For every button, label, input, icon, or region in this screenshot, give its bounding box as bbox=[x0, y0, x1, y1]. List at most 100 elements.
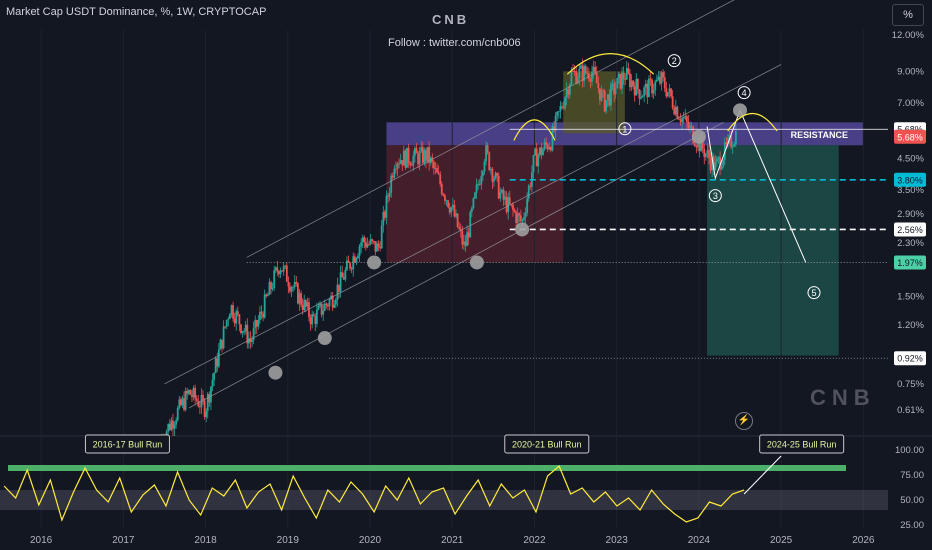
candle-body bbox=[666, 92, 669, 97]
candle-body bbox=[306, 302, 309, 307]
candle-body bbox=[693, 143, 696, 147]
candle-body bbox=[352, 256, 355, 270]
candle-body bbox=[616, 77, 619, 89]
candle-body bbox=[168, 423, 171, 430]
wave-label: 3 bbox=[713, 191, 718, 201]
candle-body bbox=[617, 74, 620, 78]
candle-body bbox=[355, 258, 358, 263]
x-tick-label: 2019 bbox=[277, 535, 300, 546]
candle-body bbox=[442, 194, 445, 196]
candle-body bbox=[244, 324, 247, 332]
y-tick-label: 4.50% bbox=[897, 154, 924, 165]
candle-body bbox=[714, 161, 717, 171]
candle-body bbox=[372, 241, 375, 242]
candle-body bbox=[225, 320, 228, 327]
candle-body bbox=[477, 184, 480, 185]
candle-body bbox=[546, 144, 549, 150]
candle-body bbox=[505, 196, 508, 213]
price-tag-label: 1.97% bbox=[897, 258, 923, 268]
candle-body bbox=[622, 72, 625, 79]
candle-body bbox=[447, 200, 450, 208]
scale-button[interactable]: % bbox=[892, 4, 924, 26]
candle-body bbox=[404, 150, 407, 168]
candle-body bbox=[519, 215, 522, 222]
touch-point bbox=[367, 255, 382, 270]
candle-body bbox=[371, 239, 374, 242]
channel-line bbox=[164, 64, 782, 385]
candle-body bbox=[390, 175, 393, 194]
candle-body bbox=[562, 107, 565, 109]
candle-body bbox=[189, 390, 192, 395]
candle-body bbox=[385, 195, 388, 218]
candle-body bbox=[551, 126, 554, 151]
watermark: CNB bbox=[810, 385, 876, 410]
candle-body bbox=[561, 106, 563, 108]
candle-body bbox=[483, 161, 486, 172]
candle-body bbox=[418, 151, 421, 165]
candle-body bbox=[636, 78, 639, 90]
candle-body bbox=[309, 317, 312, 325]
candle-body bbox=[630, 80, 633, 88]
candle-body bbox=[290, 287, 293, 292]
candle-body bbox=[499, 192, 502, 199]
candle-body bbox=[224, 326, 227, 328]
candle-body bbox=[317, 305, 320, 310]
candle-body bbox=[432, 162, 435, 169]
candle-body bbox=[488, 152, 491, 171]
candle-body bbox=[662, 72, 665, 78]
candle-body bbox=[445, 200, 448, 202]
wave-label: 5 bbox=[811, 288, 816, 298]
candle-body bbox=[481, 171, 484, 177]
candle-body bbox=[425, 150, 427, 162]
candle-body bbox=[376, 243, 378, 252]
candle-body bbox=[621, 72, 623, 89]
y-tick-label: 7.00% bbox=[897, 98, 924, 109]
price-tag-label: 0.92% bbox=[897, 354, 923, 364]
candle-body bbox=[417, 153, 419, 165]
candle-body bbox=[210, 386, 212, 403]
candle-body bbox=[179, 399, 182, 406]
candle-body bbox=[584, 66, 587, 74]
candle-body bbox=[262, 313, 265, 318]
candle-body bbox=[208, 393, 211, 403]
rsi-y-tick: 50.00 bbox=[900, 495, 924, 506]
candle-body bbox=[674, 106, 677, 115]
candle-body bbox=[396, 163, 399, 169]
candle-body bbox=[708, 150, 710, 159]
follow-text[interactable]: Follow : twitter.com/cnb006 bbox=[388, 37, 521, 49]
candle-body bbox=[361, 237, 364, 243]
candle-body bbox=[679, 119, 682, 123]
candle-body bbox=[474, 192, 476, 199]
candle-body bbox=[678, 118, 680, 120]
candle-body bbox=[410, 165, 413, 166]
candle-body bbox=[486, 145, 489, 153]
candle-body bbox=[524, 213, 527, 218]
chart-canvas[interactable]: RESISTANCE 1 2 3 4 5 2016-17 Bull Run 2020-21… bbox=[0, 0, 932, 550]
candle-body bbox=[592, 66, 595, 72]
candle-body bbox=[681, 117, 684, 123]
candle-body bbox=[456, 213, 459, 227]
candle-body bbox=[513, 209, 516, 213]
candle-body bbox=[685, 116, 688, 122]
candle-body bbox=[464, 241, 467, 247]
candle-body bbox=[641, 96, 644, 98]
candle-body bbox=[406, 147, 408, 168]
candle-body bbox=[259, 311, 261, 320]
candle-body bbox=[644, 83, 647, 88]
price-tag-label: 2.56% bbox=[897, 225, 923, 235]
candle-body bbox=[659, 76, 661, 84]
candle-body bbox=[655, 79, 658, 82]
candle-body bbox=[328, 299, 331, 307]
candle-body bbox=[274, 267, 277, 271]
candle-body bbox=[654, 81, 657, 90]
annotation-label: 2020-21 Bull Run bbox=[512, 440, 582, 450]
lightning-icon[interactable]: ⚡ bbox=[735, 412, 753, 430]
candle-body bbox=[323, 303, 326, 311]
candle-body bbox=[595, 73, 598, 84]
candle-body bbox=[668, 88, 671, 93]
candle-body bbox=[731, 146, 734, 148]
candle-body bbox=[717, 157, 720, 159]
candle-body bbox=[206, 393, 209, 412]
candle-body bbox=[599, 88, 601, 101]
candle-body bbox=[216, 358, 219, 367]
